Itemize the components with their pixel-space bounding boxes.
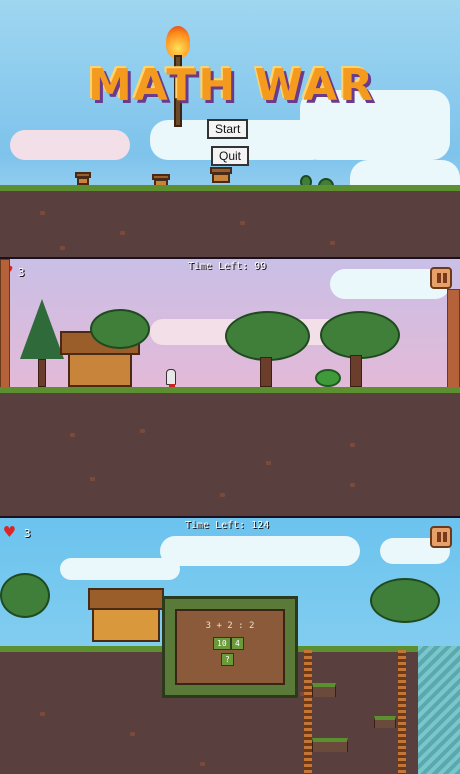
tree [90, 309, 150, 349]
platform [312, 683, 336, 697]
tree [0, 573, 50, 618]
torch-icon [166, 26, 190, 58]
game-title: MATH WAR [88, 60, 376, 111]
tree [320, 311, 400, 359]
lives-count: 3 [18, 266, 25, 279]
level-one-screen: ♥ 3 Time Left: 99 [0, 257, 460, 516]
waterfall [418, 646, 460, 774]
ladder [304, 650, 312, 774]
unknown-answer[interactable]: ? [221, 653, 234, 666]
bush [315, 369, 341, 387]
ground [0, 387, 460, 516]
question-board: 3 + 2 : 2 10 4 ? [162, 596, 298, 698]
question-expression: 3 + 2 : 2 [205, 621, 255, 631]
answer-option[interactable]: 4 [231, 637, 244, 650]
tree-trunk [350, 355, 362, 387]
pine-tree [20, 299, 64, 359]
tree-trunk [260, 357, 272, 387]
cloud [10, 130, 130, 160]
tree-trunk [38, 359, 46, 387]
tree [370, 578, 440, 623]
title-screen: MATH WAR Start Quit [0, 0, 460, 257]
start-button[interactable]: Start [207, 119, 249, 139]
question-panel: 3 + 2 : 2 10 4 ? [175, 609, 285, 685]
platform [312, 738, 348, 752]
time-left: Time Left: 124 [185, 520, 270, 531]
answer-option[interactable]: 10 [213, 637, 231, 650]
cloud [160, 536, 360, 566]
heart-icon: ♥ [4, 522, 15, 543]
lives-count: 3 [24, 527, 31, 540]
level-two-screen: ♥ 3 Time Left: 124 3 + 2 : 2 10 4 ? [0, 516, 460, 774]
platform [374, 716, 396, 728]
ground [0, 185, 460, 257]
cloud [60, 558, 180, 580]
player-character [166, 369, 176, 387]
pause-icon[interactable] [430, 526, 452, 548]
ladder [398, 650, 406, 774]
tree [225, 311, 310, 361]
pause-icon[interactable] [430, 267, 452, 289]
time-left: Time Left: 99 [188, 261, 267, 272]
quit-button[interactable]: Quit [211, 146, 250, 166]
